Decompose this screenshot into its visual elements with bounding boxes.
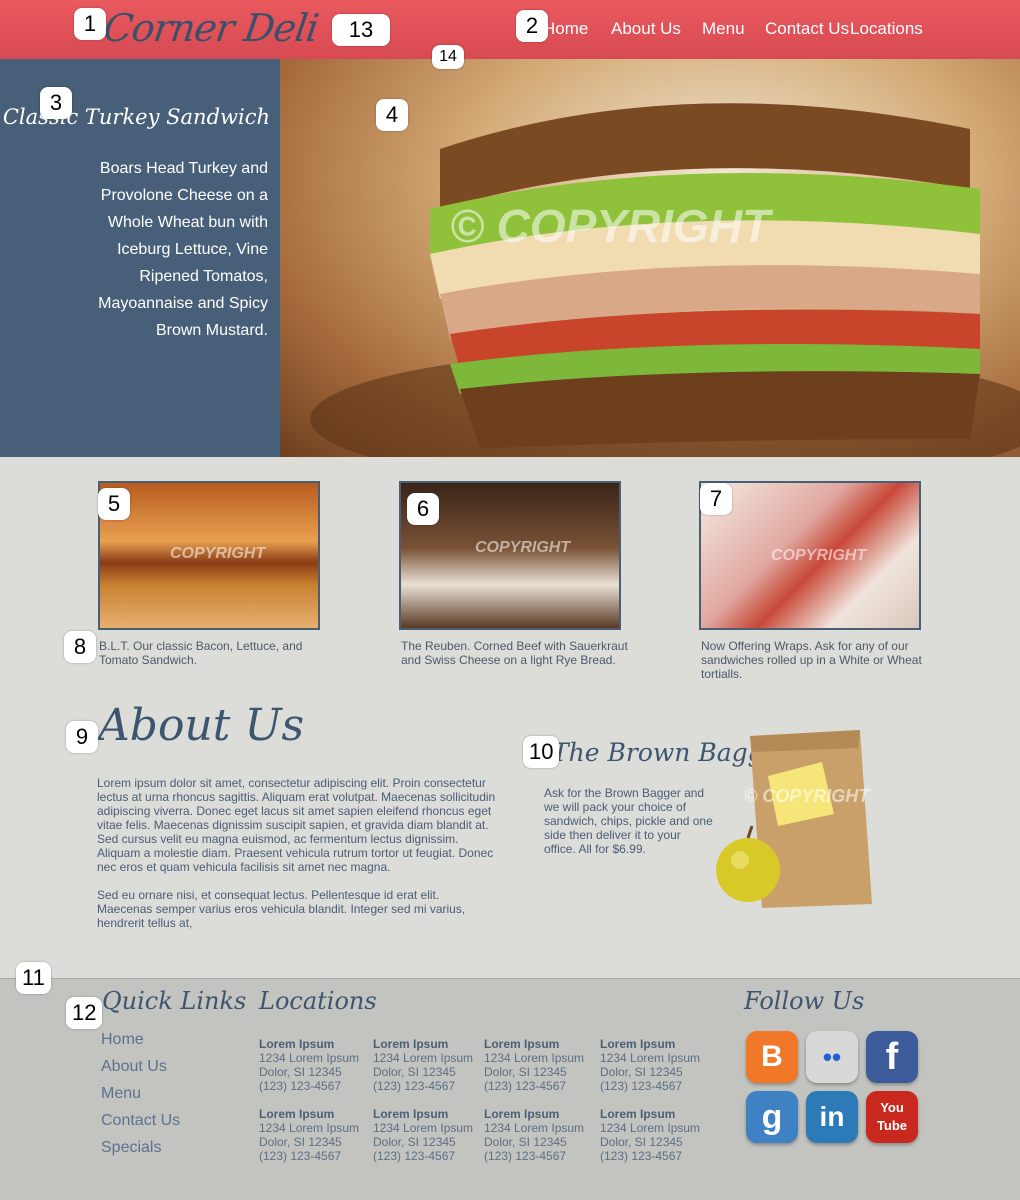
location-entry: Lorem Ipsum 1234 Lorem Ipsum Dolor, SI 1…	[484, 1107, 584, 1163]
marker-11: 11	[16, 962, 51, 994]
location-entry: Lorem Ipsum 1234 Lorem Ipsum Dolor, SI 1…	[484, 1037, 584, 1093]
location-address: 1234 Lorem Ipsum	[259, 1051, 360, 1065]
location-name: Lorem Ipsum	[259, 1107, 335, 1121]
location-phone: (123) 123-4567	[484, 1079, 567, 1093]
hero-watermark: © COPYRIGHT	[450, 200, 771, 252]
location-address: 1234 Lorem Ipsum	[259, 1121, 360, 1135]
about-title: About Us	[98, 700, 305, 751]
bag-watermark: © COPYRIGHT	[744, 786, 870, 806]
facebook-icon[interactable]: f	[866, 1031, 918, 1083]
location-entry: Lorem Ipsum 1234 Lorem Ipsum Dolor, SI 1…	[259, 1107, 359, 1163]
location-address: 1234 Lorem Ipsum	[600, 1121, 701, 1135]
brown-bagger-description: Ask for the Brown Bagger and we will pac…	[544, 786, 713, 856]
location-city: Dolor, SI 12345	[373, 1065, 456, 1079]
location-phone: (123) 123-4567	[373, 1149, 456, 1163]
thumb-watermark: COPYRIGHT	[771, 547, 867, 564]
nav-menu[interactable]: Menu	[702, 19, 745, 39]
thumb-watermark: COPYRIGHT	[170, 545, 266, 562]
hero-section: The Classic Turkey Sandwich Boars Head T…	[0, 59, 1020, 457]
location-address: 1234 Lorem Ipsum	[484, 1121, 585, 1135]
location-name: Lorem Ipsum	[484, 1037, 560, 1051]
location-phone: (123) 123-4567	[259, 1149, 342, 1163]
quick-link-about-us[interactable]: About Us	[101, 1058, 167, 1076]
locations-title: Locations	[259, 987, 377, 1015]
quick-link-menu[interactable]: Menu	[101, 1085, 141, 1103]
blt-caption: B.L.T. Our classic Bacon, Lettuce, and T…	[99, 639, 303, 667]
marker-10: 10	[523, 736, 560, 768]
marker-5: 5	[98, 488, 130, 520]
quick-link-specials[interactable]: Specials	[101, 1139, 161, 1157]
location-phone: (123) 123-4567	[600, 1079, 683, 1093]
location-name: Lorem Ipsum	[373, 1107, 449, 1121]
location-name: Lorem Ipsum	[373, 1037, 449, 1051]
google-icon[interactable]: g	[746, 1091, 798, 1143]
location-name: Lorem Ipsum	[600, 1037, 676, 1051]
quick-links-title: Quick Links	[102, 987, 247, 1015]
location-phone: (123) 123-4567	[600, 1149, 683, 1163]
quick-link-contact-us[interactable]: Contact Us	[101, 1112, 180, 1130]
location-entry: Lorem Ipsum 1234 Lorem Ipsum Dolor, SI 1…	[373, 1037, 473, 1093]
location-city: Dolor, SI 12345	[600, 1135, 683, 1149]
follow-us-title: Follow Us	[744, 987, 865, 1015]
location-address: 1234 Lorem Ipsum	[373, 1051, 474, 1065]
location-entry: Lorem Ipsum 1234 Lorem Ipsum Dolor, SI 1…	[600, 1107, 700, 1163]
hero-text-panel: The Classic Turkey Sandwich Boars Head T…	[0, 59, 280, 457]
marker-13: 13	[332, 14, 390, 46]
location-city: Dolor, SI 12345	[259, 1135, 342, 1149]
nav-contact-us[interactable]: Contact Us	[765, 19, 849, 39]
location-phone: (123) 123-4567	[484, 1149, 567, 1163]
location-entry: Lorem Ipsum 1234 Lorem Ipsum Dolor, SI 1…	[373, 1107, 473, 1163]
location-city: Dolor, SI 12345	[259, 1065, 342, 1079]
marker-6: 6	[407, 493, 439, 525]
location-city: Dolor, SI 12345	[600, 1065, 683, 1079]
brown-bag-illustration	[716, 730, 872, 908]
main-nav: Home About Us Menu Contact Us Locations	[0, 19, 1020, 43]
marker-8: 8	[64, 631, 96, 663]
nav-home[interactable]: Home	[543, 19, 588, 39]
wraps-caption: Now Offering Wraps. Ask for any of our s…	[701, 639, 922, 681]
location-phone: (123) 123-4567	[259, 1079, 342, 1093]
location-name: Lorem Ipsum	[484, 1107, 560, 1121]
about-paragraph: Sed eu ornare nisi, et consequat lectus.…	[97, 888, 466, 930]
marker-12: 12	[66, 997, 103, 1029]
location-entry: Lorem Ipsum 1234 Lorem Ipsum Dolor, SI 1…	[600, 1037, 700, 1093]
blt-thumbnail[interactable]: COPYRIGHT	[98, 481, 320, 630]
location-city: Dolor, SI 12345	[484, 1135, 567, 1149]
marker-14: 14	[432, 45, 464, 69]
about-paragraph: Lorem ipsum dolor sit amet, consectetur …	[97, 776, 496, 874]
location-phone: (123) 123-4567	[373, 1079, 456, 1093]
nav-locations[interactable]: Locations	[850, 19, 923, 39]
marker-1: 1	[74, 8, 106, 40]
marker-4: 4	[376, 99, 408, 131]
nav-about-us[interactable]: About Us	[611, 19, 681, 39]
marker-3: 3	[40, 87, 72, 119]
location-city: Dolor, SI 12345	[373, 1135, 456, 1149]
brown-bag-image: © COPYRIGHT	[710, 722, 890, 910]
youtube-icon[interactable]: You Tube	[866, 1091, 918, 1143]
quick-link-home[interactable]: Home	[101, 1031, 144, 1049]
site-header: Corner Deli Home About Us Menu Contact U…	[0, 0, 1020, 59]
blogger-icon[interactable]: B	[746, 1031, 798, 1083]
location-address: 1234 Lorem Ipsum	[373, 1121, 474, 1135]
flickr-icon[interactable]: ••	[806, 1031, 858, 1083]
location-address: 1234 Lorem Ipsum	[600, 1051, 701, 1065]
thumb-watermark: COPYRIGHT	[475, 539, 571, 556]
location-name: Lorem Ipsum	[600, 1107, 676, 1121]
wraps-thumbnail[interactable]: COPYRIGHT	[699, 481, 921, 630]
site-footer: Quick Links Home About Us Menu Contact U…	[0, 978, 1020, 1200]
location-city: Dolor, SI 12345	[484, 1065, 567, 1079]
location-entry: Lorem Ipsum 1234 Lorem Ipsum Dolor, SI 1…	[259, 1037, 359, 1093]
hero-description: Boars Head Turkey and Provolone Cheese o…	[98, 160, 268, 339]
marker-2: 2	[516, 10, 548, 42]
reuben-caption: The Reuben. Corned Beef with Sauerkraut …	[401, 639, 628, 667]
location-name: Lorem Ipsum	[259, 1037, 335, 1051]
linkedin-icon[interactable]: in	[806, 1091, 858, 1143]
marker-9: 9	[66, 721, 98, 753]
location-address: 1234 Lorem Ipsum	[484, 1051, 585, 1065]
marker-7: 7	[700, 483, 732, 515]
